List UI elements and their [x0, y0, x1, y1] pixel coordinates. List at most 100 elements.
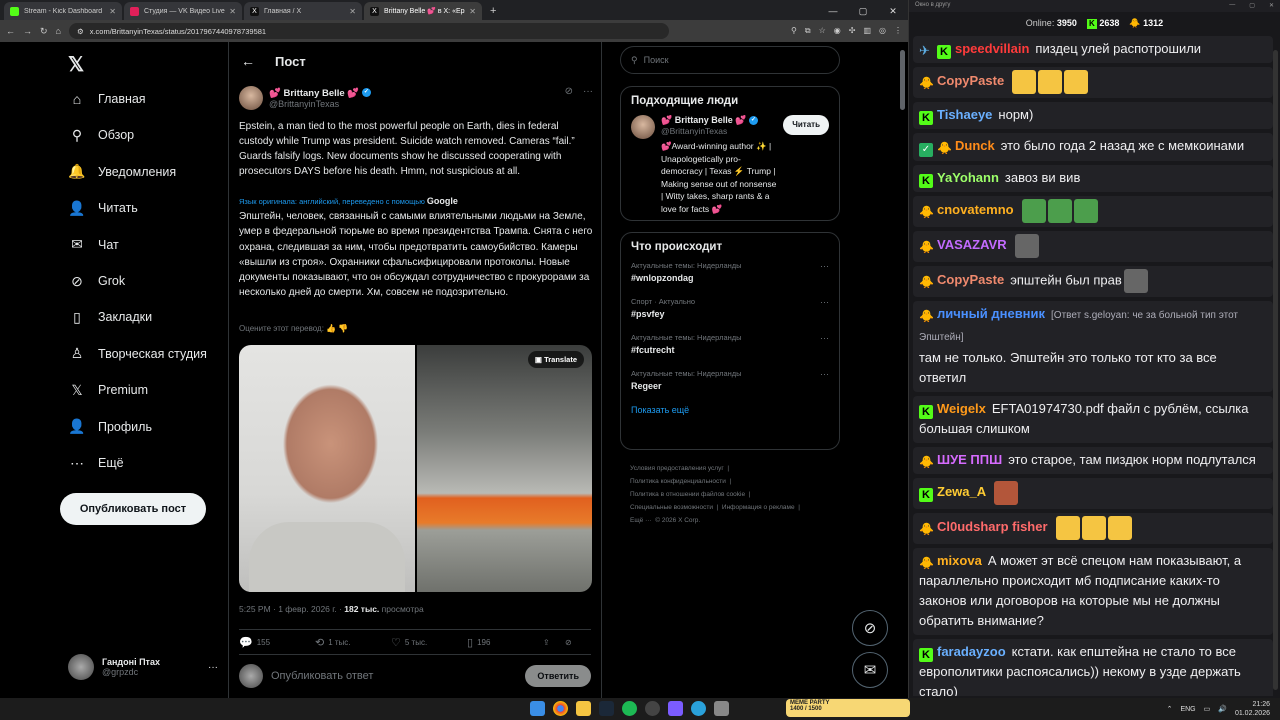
- footer-link[interactable]: Информация о рекламе: [722, 504, 795, 511]
- page-scrollbar[interactable]: [900, 50, 905, 110]
- sidebar-icon[interactable]: ▥: [863, 26, 871, 36]
- nav-item[interactable]: ⊘ Grok: [68, 269, 125, 293]
- chat-username[interactable]: личный дневник: [937, 306, 1045, 321]
- profile-browser-icon[interactable]: ◎: [879, 26, 886, 36]
- close-window-icon[interactable]: ✕: [878, 6, 908, 17]
- explorer-icon[interactable]: [576, 701, 591, 716]
- chat-username[interactable]: Cl0udsharp fisher: [937, 519, 1048, 534]
- post-media[interactable]: ▣ Translate: [239, 345, 592, 592]
- author-name[interactable]: 💕 Brittany Belle 💕: [269, 88, 359, 99]
- chat-username[interactable]: mixova: [937, 553, 982, 568]
- steam-icon[interactable]: [599, 701, 614, 716]
- author-handle[interactable]: @BrittanyinTexas: [269, 99, 371, 109]
- site-info-icon[interactable]: ⚙: [77, 27, 84, 36]
- nav-item[interactable]: ⋯ Ещё: [68, 451, 124, 475]
- obs-icon[interactable]: [645, 701, 660, 716]
- nav-item[interactable]: 👤 Профиль: [68, 415, 152, 439]
- repost-action[interactable]: ⟲ 1 тыс.: [315, 636, 391, 649]
- forward-nav-icon[interactable]: →: [23, 26, 32, 36]
- close-tab-icon[interactable]: ✕: [469, 7, 476, 16]
- thumbs-down-icon[interactable]: 👎: [338, 324, 348, 333]
- browser-tab[interactable]: Stream - Kick Dashboard ✕: [4, 2, 122, 20]
- meme-party-widget[interactable]: MEME PARTY 1400 / 1500: [786, 699, 910, 717]
- nav-item[interactable]: 🔔 Уведомления: [68, 160, 176, 184]
- more-dots-icon[interactable]: ···: [820, 297, 829, 307]
- more-dots-icon[interactable]: ···: [208, 662, 218, 673]
- follow-button[interactable]: Читать: [783, 115, 829, 135]
- network-icon[interactable]: ▭: [1204, 705, 1211, 713]
- close-tab-icon[interactable]: ✕: [109, 7, 116, 16]
- show-more-link[interactable]: Показать ещё: [631, 405, 829, 415]
- publish-post-button[interactable]: Опубликовать пост: [60, 493, 206, 525]
- close-tab-icon[interactable]: ✕: [229, 7, 236, 16]
- chrome-icon[interactable]: [553, 701, 568, 716]
- reply-action[interactable]: 💬 155: [239, 636, 315, 649]
- nav-item[interactable]: ✉ Чат: [68, 233, 119, 257]
- chat-username[interactable]: speedvillain: [955, 41, 1029, 56]
- person-name[interactable]: 💕 Brittany Belle 💕: [661, 115, 746, 125]
- extension-icon[interactable]: ◉: [834, 26, 841, 36]
- reload-icon[interactable]: ↻: [40, 26, 48, 37]
- footer-link[interactable]: Специальные возможности: [630, 504, 713, 511]
- star-icon[interactable]: ☆: [819, 26, 826, 36]
- minimize-icon[interactable]: —: [1229, 2, 1235, 10]
- chat-username[interactable]: YaYohann: [937, 170, 999, 185]
- browser-tab[interactable]: X Главная / X ✕: [244, 2, 362, 20]
- chat-username[interactable]: ШУЕ ППШ: [937, 452, 1002, 467]
- more-dots-icon[interactable]: ···: [820, 333, 829, 343]
- minimize-icon[interactable]: —: [818, 6, 848, 16]
- nav-item[interactable]: 👤 Читать: [68, 196, 138, 220]
- language-indicator[interactable]: ENG: [1180, 706, 1195, 713]
- puzzle-icon[interactable]: ✣: [849, 26, 856, 36]
- footer-link[interactable]: Политика в отношении файлов cookie: [630, 491, 745, 498]
- install-icon[interactable]: ⧉: [805, 26, 811, 36]
- chat-username[interactable]: Tishaeye: [937, 107, 992, 122]
- start-icon[interactable]: [530, 701, 545, 716]
- home-browser-icon[interactable]: ⌂: [56, 26, 61, 36]
- more-dots-icon[interactable]: ···: [820, 369, 829, 379]
- nav-item[interactable]: ♙ Творческая студия: [68, 342, 207, 366]
- reply-button[interactable]: Ответить: [525, 665, 591, 687]
- footer-link[interactable]: Условия предоставления услуг: [630, 465, 724, 472]
- media-photo-portrait[interactable]: [239, 345, 415, 592]
- nav-item[interactable]: ⚲ Обзор: [68, 123, 134, 147]
- trend-item[interactable]: Спорт · Актуально #psvfey ···: [631, 297, 829, 319]
- maximize-icon[interactable]: ▢: [848, 6, 878, 17]
- chat-username[interactable]: cnovatemno: [937, 202, 1014, 217]
- grok-icon[interactable]: ⊘: [565, 638, 572, 647]
- volume-icon[interactable]: 🔊: [1218, 705, 1227, 713]
- chat-username[interactable]: CopyPaste: [937, 272, 1004, 287]
- new-tab-icon[interactable]: +: [490, 2, 496, 20]
- share-icon[interactable]: ⇪: [543, 638, 565, 647]
- post-time[interactable]: 5:25 PM · 1 февр. 2026 г. ·: [239, 604, 344, 614]
- more-dots-icon[interactable]: ···: [583, 86, 593, 97]
- url-field[interactable]: ⚙ x.com/BrittanyinTexas/status/2017967440…: [68, 23, 669, 39]
- person-avatar[interactable]: [631, 115, 655, 139]
- x-logo-icon[interactable]: 𝕏: [68, 52, 84, 77]
- more-dots-icon[interactable]: ···: [820, 261, 829, 271]
- browser-tab[interactable]: Студия — VK Видео Live ✕: [124, 2, 242, 20]
- grok-explain-icon[interactable]: ⊘: [565, 86, 573, 97]
- chat-username[interactable]: CopyPaste: [937, 73, 1004, 88]
- chat-username[interactable]: VASAZAVR: [937, 237, 1007, 252]
- media-photo-cell[interactable]: ▣ Translate: [417, 345, 592, 592]
- thumbs-up-icon[interactable]: 👍: [326, 324, 336, 333]
- app-icon[interactable]: [714, 701, 729, 716]
- messages-fab-icon[interactable]: ✉: [852, 652, 888, 688]
- post-author[interactable]: 💕 Brittany Belle 💕 ✓ @BrittanyinTexas: [239, 86, 371, 110]
- close-window-icon[interactable]: ✕: [1269, 2, 1274, 10]
- chat-username[interactable]: Weigelx: [937, 401, 986, 416]
- zoom-icon[interactable]: ⚲: [791, 26, 797, 36]
- back-arrow-icon[interactable]: ←: [241, 53, 255, 69]
- close-tab-icon[interactable]: ✕: [349, 7, 356, 16]
- menu-kebab-icon[interactable]: ⋮: [894, 26, 902, 36]
- media-translate-button[interactable]: ▣ Translate: [527, 351, 584, 368]
- chat-username[interactable]: faradayzoo: [937, 644, 1006, 659]
- search-input[interactable]: ⚲ Поиск: [620, 46, 840, 74]
- account-switcher[interactable]: Гандоні Птах @grpzdc ···: [68, 654, 218, 680]
- grok-fab-icon[interactable]: ⊘: [852, 610, 888, 646]
- nav-item[interactable]: 𝕏 Premium: [68, 378, 148, 402]
- like-action[interactable]: ♡ 5 тыс.: [391, 636, 467, 649]
- maximize-icon[interactable]: ▢: [1249, 2, 1255, 10]
- bookmark-action[interactable]: ▯ 196: [467, 636, 543, 649]
